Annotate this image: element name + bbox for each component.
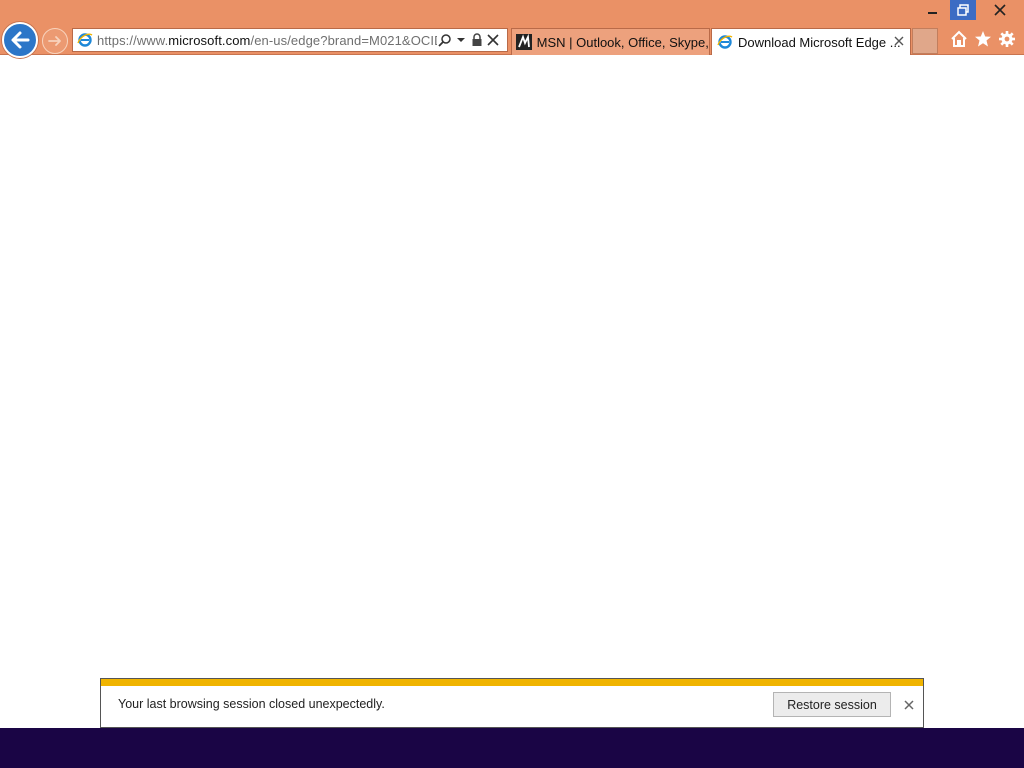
- restore-icon: [957, 4, 969, 16]
- new-tab-button[interactable]: [912, 28, 938, 54]
- taskbar: [0, 728, 1024, 768]
- search-icon[interactable]: [437, 30, 453, 50]
- url-domain: microsoft.com: [168, 32, 251, 48]
- page-content: [0, 55, 1024, 728]
- notification-bar: Your last browsing session closed unexpe…: [100, 678, 924, 728]
- notification-close-button[interactable]: [901, 697, 917, 713]
- restore-session-button[interactable]: Restore session: [773, 692, 891, 717]
- tab-close-button[interactable]: [892, 34, 906, 48]
- url-field[interactable]: https://www.microsoft.com/en-us/edge?bra…: [97, 33, 437, 48]
- ie-icon: [716, 33, 734, 51]
- msn-icon: [516, 33, 533, 51]
- tab-label: MSN | Outlook, Office, Skype, ...: [536, 34, 709, 50]
- lock-icon[interactable]: [469, 30, 485, 50]
- close-icon: [904, 700, 914, 710]
- back-button[interactable]: [2, 22, 38, 58]
- close-icon: [487, 34, 499, 46]
- minimize-icon: [928, 12, 937, 14]
- tab-download-edge[interactable]: Download Microsoft Edge ...: [711, 28, 911, 55]
- favorites-button[interactable]: [972, 28, 994, 50]
- close-icon: [894, 36, 904, 46]
- tab-label: Download Microsoft Edge ...: [738, 34, 901, 50]
- url-path: /en-us/edge?brand=M021&OCID=A: [250, 32, 437, 48]
- minimize-button[interactable]: [918, 0, 948, 20]
- star-icon: [975, 31, 991, 47]
- address-bar[interactable]: https://www.microsoft.com/en-us/edge?bra…: [72, 28, 508, 52]
- window-close-button[interactable]: [977, 0, 1022, 20]
- tools-button[interactable]: [996, 28, 1018, 50]
- notification-message: Your last browsing session closed unexpe…: [118, 697, 385, 711]
- home-button[interactable]: [948, 28, 970, 50]
- chevron-down-icon[interactable]: [453, 30, 469, 50]
- gear-icon: [999, 31, 1015, 47]
- forward-button[interactable]: [42, 28, 68, 54]
- tab-msn[interactable]: MSN | Outlook, Office, Skype, ...: [511, 28, 710, 55]
- stop-button[interactable]: [485, 30, 501, 50]
- forward-arrow-icon: [48, 36, 61, 46]
- back-arrow-icon: [11, 31, 30, 49]
- home-icon: [951, 30, 967, 47]
- ie-icon: [75, 30, 95, 50]
- notification-accent-stripe: [101, 678, 923, 686]
- url-prefix: https://www.: [97, 32, 169, 48]
- restore-button[interactable]: [950, 0, 976, 20]
- close-icon: [993, 4, 1006, 16]
